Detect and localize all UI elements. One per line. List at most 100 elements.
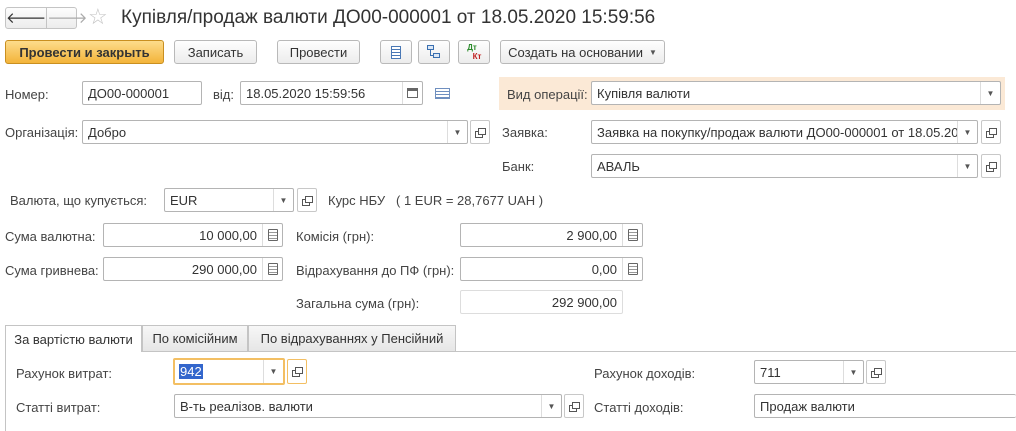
calculator-icon[interactable] bbox=[262, 258, 282, 280]
dt-kt-icon-bottom: Кт bbox=[472, 52, 482, 61]
expense-account-value: 942 bbox=[179, 364, 203, 379]
currency-label: Валюта, що купується: bbox=[10, 193, 147, 208]
favorite-star-icon[interactable]: ☆ bbox=[88, 5, 108, 29]
operation-type-select[interactable]: Купівля валюти ▼ bbox=[591, 81, 1001, 105]
open-icon bbox=[871, 367, 882, 378]
income-account-label: Рахунок доходів: bbox=[594, 366, 696, 381]
open-icon bbox=[302, 195, 313, 206]
organization-label: Організація: bbox=[5, 125, 79, 140]
number-value: ДО00-000001 bbox=[88, 85, 170, 101]
open-icon bbox=[569, 401, 580, 412]
open-icon bbox=[292, 367, 303, 377]
back-button[interactable]: 🡐 bbox=[6, 8, 48, 28]
request-open-button[interactable] bbox=[981, 120, 1001, 144]
save-button[interactable]: Записать bbox=[174, 40, 257, 64]
sum-uah-label: Сума гривнева: bbox=[5, 263, 99, 278]
pension-fund-field[interactable]: 0,00 bbox=[460, 257, 643, 281]
chevron-down-icon[interactable]: ▼ bbox=[273, 189, 293, 211]
create-based-on-button[interactable]: Создать на основании ▼ bbox=[500, 40, 665, 64]
operation-type-label: Вид операції: bbox=[507, 87, 588, 102]
expense-account-label: Рахунок витрат: bbox=[16, 366, 113, 381]
currency-value: EUR bbox=[170, 192, 198, 208]
page-title: Купівля/продаж валюти ДО00-000001 от 18.… bbox=[121, 7, 656, 28]
sum-currency-value: 10 000,00 bbox=[199, 227, 257, 243]
chevron-down-icon[interactable]: ▼ bbox=[957, 121, 977, 143]
income-account-open-button[interactable] bbox=[866, 360, 886, 384]
sum-currency-label: Сума валютна: bbox=[5, 229, 96, 244]
tab-pension[interactable]: По відрахуваннях у Пенсійний bbox=[248, 325, 456, 351]
date-label: від: bbox=[213, 87, 234, 102]
structure-icon bbox=[427, 45, 441, 59]
nav-buttons: 🡐 🡒 bbox=[5, 7, 87, 29]
create-based-on-label: Создать на основании bbox=[508, 44, 643, 60]
date-field[interactable]: 18.05.2020 15:59:56 bbox=[240, 81, 423, 105]
open-icon bbox=[986, 127, 997, 138]
expense-account-select[interactable]: 942 ▼ bbox=[173, 358, 285, 385]
currency-open-button[interactable] bbox=[297, 188, 317, 212]
dt-kt-button[interactable]: Дт Кт bbox=[458, 40, 490, 64]
nbu-rate-label: Курс НБУ bbox=[328, 193, 386, 208]
request-label: Заявка: bbox=[502, 125, 548, 140]
forward-button[interactable]: 🡒 bbox=[47, 8, 87, 28]
calculator-icon[interactable] bbox=[622, 258, 642, 280]
date-value: 18.05.2020 15:59:56 bbox=[246, 85, 366, 101]
calculator-icon[interactable] bbox=[262, 224, 282, 246]
bank-label: Банк: bbox=[502, 159, 535, 174]
expense-items-select[interactable]: В-ть реалізов. валюти ▼ bbox=[174, 394, 562, 418]
request-select[interactable]: Заявка на покупку/продаж валюти ДО00-000… bbox=[591, 120, 978, 144]
total-label: Загальна сума (грн): bbox=[296, 296, 420, 311]
income-items-value: Продаж валюти bbox=[760, 398, 855, 414]
chevron-down-icon[interactable]: ▼ bbox=[843, 361, 863, 383]
chevron-down-icon[interactable]: ▼ bbox=[541, 395, 561, 417]
chevron-down-icon[interactable]: ▼ bbox=[980, 82, 1000, 104]
number-field[interactable]: ДО00-000001 bbox=[82, 81, 202, 105]
chevron-down-icon[interactable]: ▼ bbox=[263, 360, 283, 383]
open-icon bbox=[986, 161, 997, 172]
arrow-right-icon: 🡒 bbox=[47, 9, 88, 27]
nbu-rate-value: ( 1 EUR = 28,7677 UAH ) bbox=[396, 193, 544, 208]
total-value: 292 900,00 bbox=[551, 294, 617, 310]
bank-open-button[interactable] bbox=[981, 154, 1001, 178]
post-and-close-button[interactable]: Провести и закрыть bbox=[5, 40, 164, 64]
bank-select[interactable]: АВАЛЬ ▼ bbox=[591, 154, 978, 178]
organization-open-button[interactable] bbox=[470, 120, 490, 144]
dt-kt-icon-top: Дт bbox=[467, 43, 477, 52]
tab-panel bbox=[5, 351, 1016, 431]
pension-fund-value: 0,00 bbox=[591, 261, 617, 277]
currency-select[interactable]: EUR ▼ bbox=[164, 188, 294, 212]
expense-items-value: В-ть реалізов. валюти bbox=[180, 398, 313, 414]
chevron-down-icon: ▼ bbox=[648, 47, 657, 57]
income-items-field[interactable]: Продаж валюти bbox=[754, 394, 1016, 418]
calendar-icon[interactable] bbox=[402, 82, 422, 104]
operation-type-value: Купівля валюти bbox=[597, 85, 691, 101]
structure-button[interactable] bbox=[418, 40, 450, 64]
organization-value: Добро bbox=[88, 124, 127, 140]
calculator-icon[interactable] bbox=[622, 224, 642, 246]
sum-currency-field[interactable]: 10 000,00 bbox=[103, 223, 283, 247]
expense-account-open-button[interactable] bbox=[287, 359, 307, 384]
post-button[interactable]: Провести bbox=[277, 40, 360, 64]
total-field: 292 900,00 bbox=[460, 290, 623, 314]
list-icon bbox=[391, 45, 401, 59]
chevron-down-icon[interactable]: ▼ bbox=[957, 155, 977, 177]
comment-icon[interactable] bbox=[435, 88, 450, 99]
chevron-down-icon[interactable]: ▼ bbox=[447, 121, 467, 143]
commission-value: 2 900,00 bbox=[566, 227, 617, 243]
commission-label: Комісія (грн): bbox=[296, 229, 375, 244]
pension-fund-label: Відрахування до ПФ (грн): bbox=[296, 263, 455, 278]
bank-value: АВАЛЬ bbox=[597, 158, 640, 174]
commission-field[interactable]: 2 900,00 bbox=[460, 223, 643, 247]
expense-items-open-button[interactable] bbox=[564, 394, 584, 418]
income-account-select[interactable]: 711 ▼ bbox=[754, 360, 864, 384]
sum-uah-field[interactable]: 290 000,00 bbox=[103, 257, 283, 281]
sum-uah-value: 290 000,00 bbox=[191, 261, 257, 277]
income-account-value: 711 bbox=[760, 364, 781, 380]
arrow-left-icon: 🡐 bbox=[6, 9, 47, 27]
organization-select[interactable]: Добро ▼ bbox=[82, 120, 468, 144]
income-items-label: Статті доходів: bbox=[594, 400, 684, 415]
document-list-button[interactable] bbox=[380, 40, 412, 64]
request-value: Заявка на покупку/продаж валюти ДО00-000… bbox=[597, 124, 957, 140]
expense-items-label: Статті витрат: bbox=[16, 400, 101, 415]
tab-commission[interactable]: По комісійним bbox=[142, 325, 248, 351]
tab-currency-value[interactable]: За вартістю валюти bbox=[5, 325, 142, 352]
